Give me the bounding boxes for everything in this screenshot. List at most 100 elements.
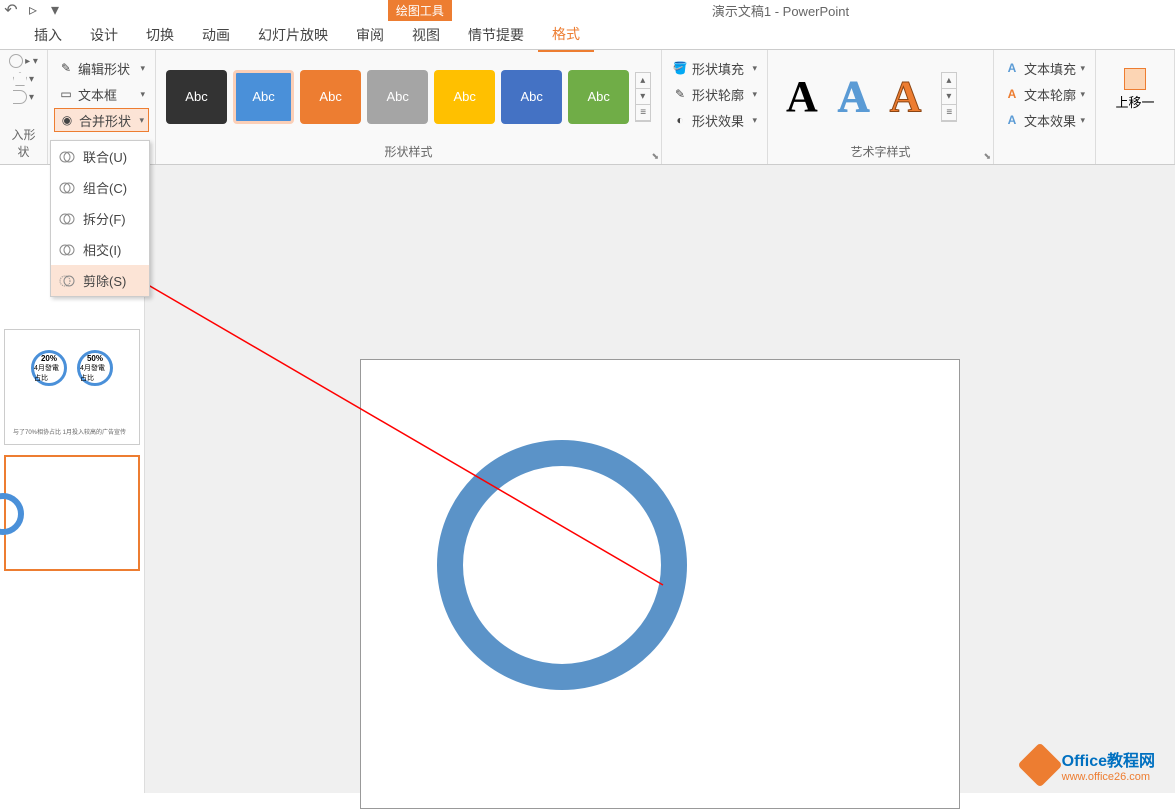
- paint-bucket-icon: 🪣: [672, 60, 688, 76]
- watermark-title: Office教程网: [1062, 753, 1155, 770]
- shape-style-4[interactable]: Abc: [367, 70, 428, 124]
- tab-review[interactable]: 审阅: [342, 19, 398, 51]
- gallery-up-icon[interactable]: ▴: [942, 73, 956, 89]
- shape-style-6[interactable]: Abc: [501, 70, 562, 124]
- wordart-styles-group: A A A ▴ ▾ ≡ 艺术字样式 ⬊: [768, 50, 994, 164]
- shapes-row3-expand[interactable]: ▾: [29, 92, 34, 103]
- wordart-style-3[interactable]: A: [890, 71, 922, 122]
- edit-shape-button[interactable]: ✎ 编辑形状 ▾: [54, 56, 149, 80]
- wordart-style-2[interactable]: A: [838, 71, 870, 122]
- edit-shape-label: 编辑形状: [78, 59, 130, 78]
- chevron-down-icon: ▾: [1080, 115, 1085, 126]
- shape-outline-label: 形状轮廓: [692, 85, 744, 104]
- chevron-down-icon: ▾: [1080, 63, 1085, 74]
- merge-shapes-button[interactable]: ◉ 合并形状 ▾: [54, 108, 149, 132]
- chevron-down-icon: ▾: [1080, 89, 1085, 100]
- chevron-down-icon: ▾: [752, 89, 757, 100]
- watermark-icon: [1017, 742, 1062, 787]
- tab-storyboard[interactable]: 情节提要: [454, 19, 538, 51]
- text-fill-icon: A: [1004, 60, 1020, 76]
- chevron-down-icon: ▾: [752, 63, 757, 74]
- gallery-scroll: ▴ ▾ ≡: [635, 72, 651, 122]
- shape-fill-label: 形状填充: [692, 59, 744, 78]
- tab-slideshow[interactable]: 幻灯片放映: [244, 19, 342, 51]
- shape-style-3[interactable]: Abc: [300, 70, 361, 124]
- wordart-styles-launcher[interactable]: ⬊: [983, 151, 991, 162]
- tab-format[interactable]: 格式: [538, 18, 594, 52]
- wordart-styles-label: 艺术字样式: [774, 141, 987, 162]
- text-effects-button[interactable]: A 文本效果 ▾: [1000, 108, 1089, 132]
- edit-shape-icon: ✎: [58, 60, 74, 76]
- menu-subtract-label: 剪除(S): [83, 271, 126, 290]
- text-box-button[interactable]: ▭ 文本框 ▾: [54, 82, 149, 106]
- chevron-down-icon: ▾: [139, 115, 144, 126]
- slide-thumbnail-2[interactable]: [4, 455, 140, 571]
- bring-forward-icon[interactable]: [1124, 68, 1146, 90]
- canvas-area[interactable]: [145, 165, 1175, 793]
- chevron-down-icon: ▾: [752, 115, 757, 126]
- wordart-gallery-scroll: ▴ ▾ ≡: [941, 72, 957, 122]
- tab-design[interactable]: 设计: [76, 19, 132, 51]
- text-fill-button[interactable]: A 文本填充 ▾: [1000, 56, 1089, 80]
- gallery-down-icon[interactable]: ▾: [942, 89, 956, 105]
- shape-style-1[interactable]: Abc: [166, 70, 227, 124]
- shape-style-5[interactable]: Abc: [434, 70, 495, 124]
- shape-outline-button[interactable]: ✎ 形状轮廓 ▾: [668, 82, 761, 106]
- combine-icon: [59, 180, 75, 196]
- menu-intersect[interactable]: 相交(I): [51, 234, 149, 265]
- slide-thumbnail-1[interactable]: 20% 4月發電占比 50% 4月發電占比 与了70%相协占比 1月投入较高的广…: [4, 329, 140, 445]
- arrange-group: 上移一: [1096, 50, 1175, 164]
- menu-fragment[interactable]: 拆分(F): [51, 203, 149, 234]
- oval-shape-icon[interactable]: [9, 54, 23, 68]
- context-tab-label: 绘图工具: [388, 0, 452, 21]
- pentagon-shape-icon[interactable]: [13, 72, 27, 86]
- shape-fill-button[interactable]: 🪣 形状填充 ▾: [668, 56, 761, 80]
- undo-icon[interactable]: ↶: [2, 1, 20, 19]
- chevron-down-icon: ▾: [140, 89, 145, 100]
- shape-effects-button[interactable]: ◐ 形状效果 ▾: [668, 108, 761, 132]
- ring-shape[interactable]: [437, 440, 687, 690]
- text-outline-label: 文本轮廓: [1024, 85, 1076, 104]
- subtract-icon: [59, 273, 75, 289]
- wordart-style-1[interactable]: A: [786, 71, 818, 122]
- quick-access-toolbar: ↶ ▹ ▾: [2, 1, 64, 19]
- merge-shapes-icon: ◉: [59, 112, 75, 128]
- tab-transitions[interactable]: 切换: [132, 19, 188, 51]
- shape-format-group: 🪣 形状填充 ▾ ✎ 形状轮廓 ▾ ◐ 形状效果 ▾: [662, 50, 768, 164]
- shape-style-7[interactable]: Abc: [568, 70, 629, 124]
- merge-shapes-label: 合并形状: [79, 111, 131, 130]
- gallery-down-icon[interactable]: ▾: [636, 89, 650, 105]
- gallery-more-icon[interactable]: ≡: [942, 105, 956, 121]
- menu-intersect-label: 相交(I): [83, 240, 121, 259]
- tab-view[interactable]: 视图: [398, 19, 454, 51]
- fragment-icon: [59, 211, 75, 227]
- menu-union[interactable]: 联合(U): [51, 141, 149, 172]
- tab-insert[interactable]: 插入: [20, 19, 76, 51]
- chevron-down-icon: ▾: [140, 63, 145, 74]
- shape-styles-label: 形状样式: [162, 141, 655, 162]
- thumb-circle-1: 20% 4月發電占比: [31, 350, 67, 386]
- bracket-shape-icon[interactable]: [13, 90, 27, 104]
- watermark-url: www.office26.com: [1062, 771, 1155, 783]
- tab-animations[interactable]: 动画: [188, 19, 244, 51]
- shape-styles-group: Abc Abc Abc Abc Abc Abc Abc ▴ ▾ ≡ 形状样式 ⬊: [156, 50, 662, 164]
- text-outline-button[interactable]: A 文本轮廓 ▾: [1000, 82, 1089, 106]
- shapes-row2-expand[interactable]: ▾: [29, 74, 34, 85]
- gallery-more-icon[interactable]: ≡: [636, 105, 650, 121]
- menu-combine[interactable]: 组合(C): [51, 172, 149, 203]
- shape-style-2[interactable]: Abc: [233, 70, 294, 124]
- start-from-beginning-icon[interactable]: ▹: [24, 1, 42, 19]
- qat-dropdown-icon[interactable]: ▾: [46, 1, 64, 19]
- shape-styles-launcher[interactable]: ⬊: [651, 151, 659, 162]
- app-title: 演示文稿1 - PowerPoint: [712, 1, 849, 20]
- ribbon-tabs: 插入 设计 切换 动画 幻灯片放映 审阅 视图 情节提要 格式: [0, 20, 1175, 50]
- gallery-up-icon[interactable]: ▴: [636, 73, 650, 89]
- slide-canvas[interactable]: [360, 359, 960, 809]
- text-effects-icon: A: [1004, 112, 1020, 128]
- bring-forward-label: 上移一: [1115, 92, 1154, 111]
- shape-effects-label: 形状效果: [692, 111, 744, 130]
- insert-shapes-group: ▸ ▾ ▾ ▾ 入形状: [0, 50, 48, 164]
- merge-shapes-dropdown: 联合(U) 组合(C) 拆分(F) 相交(I) 剪除(S): [50, 140, 150, 297]
- menu-subtract[interactable]: 剪除(S): [51, 265, 149, 296]
- shapes-row-expand[interactable]: ▸ ▾: [25, 56, 38, 67]
